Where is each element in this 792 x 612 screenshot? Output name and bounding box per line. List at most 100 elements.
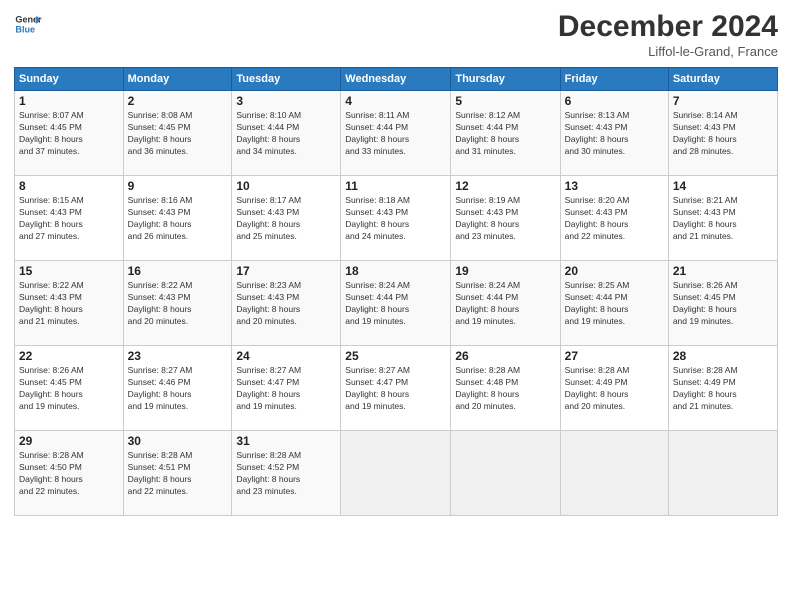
calendar-cell: 5Sunrise: 8:12 AM Sunset: 4:44 PM Daylig…	[451, 91, 560, 176]
day-detail: Sunrise: 8:26 AM Sunset: 4:45 PM Dayligh…	[19, 365, 119, 413]
day-detail: Sunrise: 8:08 AM Sunset: 4:45 PM Dayligh…	[128, 110, 228, 158]
day-detail: Sunrise: 8:27 AM Sunset: 4:46 PM Dayligh…	[128, 365, 228, 413]
calendar-cell: 12Sunrise: 8:19 AM Sunset: 4:43 PM Dayli…	[451, 176, 560, 261]
day-detail: Sunrise: 8:19 AM Sunset: 4:43 PM Dayligh…	[455, 195, 555, 243]
day-number: 17	[236, 264, 336, 278]
day-detail: Sunrise: 8:22 AM Sunset: 4:43 PM Dayligh…	[19, 280, 119, 328]
calendar-cell: 25 Sunrise: 8:27 AM Sunset: 4:47 PM Dayli…	[341, 346, 451, 431]
calendar-cell: 19 Sunrise: 8:24 AM Sunset: 4:44 PM Dayli…	[451, 261, 560, 346]
calendar-cell: 7 Sunrise: 8:14 AM Sunset: 4:43 PM Daylig…	[668, 91, 777, 176]
day-number: 24	[236, 349, 336, 363]
calendar-cell	[341, 431, 451, 516]
day-header-saturday: Saturday	[668, 68, 777, 91]
logo-icon: General Blue	[14, 10, 42, 38]
calendar-cell: 15 Sunrise: 8:22 AM Sunset: 4:43 PM Dayli…	[15, 261, 124, 346]
calendar-cell: 17 Sunrise: 8:23 AM Sunset: 4:43 PM Dayli…	[232, 261, 341, 346]
day-header-friday: Friday	[560, 68, 668, 91]
day-number: 22	[19, 349, 119, 363]
calendar-cell: 23 Sunrise: 8:27 AM Sunset: 4:46 PM Dayli…	[123, 346, 232, 431]
page-header: General Blue December 2024 Liffol-le-Gra…	[14, 10, 778, 59]
day-header-monday: Monday	[123, 68, 232, 91]
day-number: 26	[455, 349, 555, 363]
month-title: December 2024	[558, 10, 778, 44]
day-detail: Sunrise: 8:10 AM Sunset: 4:44 PM Dayligh…	[236, 110, 336, 158]
calendar-cell: 18 Sunrise: 8:24 AM Sunset: 4:44 PM Dayli…	[341, 261, 451, 346]
title-block: December 2024 Liffol-le-Grand, France	[558, 10, 778, 59]
day-detail: Sunrise: 8:24 AM Sunset: 4:44 PM Dayligh…	[345, 280, 446, 328]
day-number: 8	[19, 179, 119, 193]
day-number: 29	[19, 434, 119, 448]
svg-text:Blue: Blue	[15, 24, 35, 34]
calendar-cell: 13 Sunrise: 8:20 AM Sunset: 4:43 PM Dayli…	[560, 176, 668, 261]
calendar-cell: 3Sunrise: 8:10 AM Sunset: 4:44 PM Daylig…	[232, 91, 341, 176]
day-number: 27	[565, 349, 664, 363]
day-number: 21	[673, 264, 773, 278]
day-number: 28	[673, 349, 773, 363]
location: Liffol-le-Grand, France	[558, 44, 778, 59]
day-header-thursday: Thursday	[451, 68, 560, 91]
day-header-sunday: Sunday	[15, 68, 124, 91]
day-header-tuesday: Tuesday	[232, 68, 341, 91]
day-detail: Sunrise: 8:25 AM Sunset: 4:44 PM Dayligh…	[565, 280, 664, 328]
day-detail: Sunrise: 8:28 AM Sunset: 4:50 PM Dayligh…	[19, 450, 119, 498]
calendar-week-row: 29 Sunrise: 8:28 AM Sunset: 4:50 PM Dayli…	[15, 431, 778, 516]
calendar-cell: 24 Sunrise: 8:27 AM Sunset: 4:47 PM Dayli…	[232, 346, 341, 431]
calendar-cell: 22 Sunrise: 8:26 AM Sunset: 4:45 PM Dayli…	[15, 346, 124, 431]
calendar-cell	[668, 431, 777, 516]
day-detail: Sunrise: 8:27 AM Sunset: 4:47 PM Dayligh…	[236, 365, 336, 413]
calendar-cell: 2 Sunrise: 8:08 AM Sunset: 4:45 PM Daylig…	[123, 91, 232, 176]
day-detail: Sunrise: 8:28 AM Sunset: 4:51 PM Dayligh…	[128, 450, 228, 498]
day-number: 6	[565, 94, 664, 108]
calendar-cell: 21 Sunrise: 8:26 AM Sunset: 4:45 PM Dayli…	[668, 261, 777, 346]
calendar-cell: 9Sunrise: 8:16 AM Sunset: 4:43 PM Daylig…	[123, 176, 232, 261]
day-detail: Sunrise: 8:23 AM Sunset: 4:43 PM Dayligh…	[236, 280, 336, 328]
calendar-cell: 8 Sunrise: 8:15 AM Sunset: 4:43 PM Daylig…	[15, 176, 124, 261]
day-number: 7	[673, 94, 773, 108]
day-number: 4	[345, 94, 446, 108]
day-number: 23	[128, 349, 228, 363]
day-number: 14	[673, 179, 773, 193]
calendar-table: SundayMondayTuesdayWednesdayThursdayFrid…	[14, 67, 778, 516]
calendar-cell: 16 Sunrise: 8:22 AM Sunset: 4:43 PM Dayli…	[123, 261, 232, 346]
day-detail: Sunrise: 8:07 AM Sunset: 4:45 PM Dayligh…	[19, 110, 119, 158]
calendar-cell: 30Sunrise: 8:28 AM Sunset: 4:51 PM Dayli…	[123, 431, 232, 516]
day-number: 18	[345, 264, 446, 278]
day-detail: Sunrise: 8:18 AM Sunset: 4:43 PM Dayligh…	[345, 195, 446, 243]
day-detail: Sunrise: 8:24 AM Sunset: 4:44 PM Dayligh…	[455, 280, 555, 328]
day-number: 1	[19, 94, 119, 108]
day-detail: Sunrise: 8:11 AM Sunset: 4:44 PM Dayligh…	[345, 110, 446, 158]
day-number: 9	[128, 179, 228, 193]
day-number: 25	[345, 349, 446, 363]
day-detail: Sunrise: 8:28 AM Sunset: 4:49 PM Dayligh…	[673, 365, 773, 413]
calendar-week-row: 8 Sunrise: 8:15 AM Sunset: 4:43 PM Daylig…	[15, 176, 778, 261]
day-detail: Sunrise: 8:14 AM Sunset: 4:43 PM Dayligh…	[673, 110, 773, 158]
day-number: 31	[236, 434, 336, 448]
calendar-week-row: 1 Sunrise: 8:07 AM Sunset: 4:45 PM Daylig…	[15, 91, 778, 176]
calendar-cell: 1 Sunrise: 8:07 AM Sunset: 4:45 PM Daylig…	[15, 91, 124, 176]
day-detail: Sunrise: 8:27 AM Sunset: 4:47 PM Dayligh…	[345, 365, 446, 413]
calendar-cell: 20Sunrise: 8:25 AM Sunset: 4:44 PM Dayli…	[560, 261, 668, 346]
day-detail: Sunrise: 8:26 AM Sunset: 4:45 PM Dayligh…	[673, 280, 773, 328]
day-number: 11	[345, 179, 446, 193]
day-detail: Sunrise: 8:28 AM Sunset: 4:49 PM Dayligh…	[565, 365, 664, 413]
day-number: 13	[565, 179, 664, 193]
day-number: 10	[236, 179, 336, 193]
calendar-week-row: 15 Sunrise: 8:22 AM Sunset: 4:43 PM Dayli…	[15, 261, 778, 346]
day-number: 15	[19, 264, 119, 278]
day-detail: Sunrise: 8:15 AM Sunset: 4:43 PM Dayligh…	[19, 195, 119, 243]
calendar-cell: 6 Sunrise: 8:13 AM Sunset: 4:43 PM Daylig…	[560, 91, 668, 176]
logo: General Blue	[14, 10, 42, 38]
day-number: 16	[128, 264, 228, 278]
calendar-cell	[560, 431, 668, 516]
day-detail: Sunrise: 8:21 AM Sunset: 4:43 PM Dayligh…	[673, 195, 773, 243]
day-detail: Sunrise: 8:12 AM Sunset: 4:44 PM Dayligh…	[455, 110, 555, 158]
calendar-cell: 31Sunrise: 8:28 AM Sunset: 4:52 PM Dayli…	[232, 431, 341, 516]
day-number: 2	[128, 94, 228, 108]
calendar-cell: 14 Sunrise: 8:21 AM Sunset: 4:43 PM Dayli…	[668, 176, 777, 261]
day-detail: Sunrise: 8:22 AM Sunset: 4:43 PM Dayligh…	[128, 280, 228, 328]
calendar-cell	[451, 431, 560, 516]
day-detail: Sunrise: 8:13 AM Sunset: 4:43 PM Dayligh…	[565, 110, 664, 158]
calendar-cell: 27 Sunrise: 8:28 AM Sunset: 4:49 PM Dayli…	[560, 346, 668, 431]
day-detail: Sunrise: 8:20 AM Sunset: 4:43 PM Dayligh…	[565, 195, 664, 243]
day-number: 19	[455, 264, 555, 278]
